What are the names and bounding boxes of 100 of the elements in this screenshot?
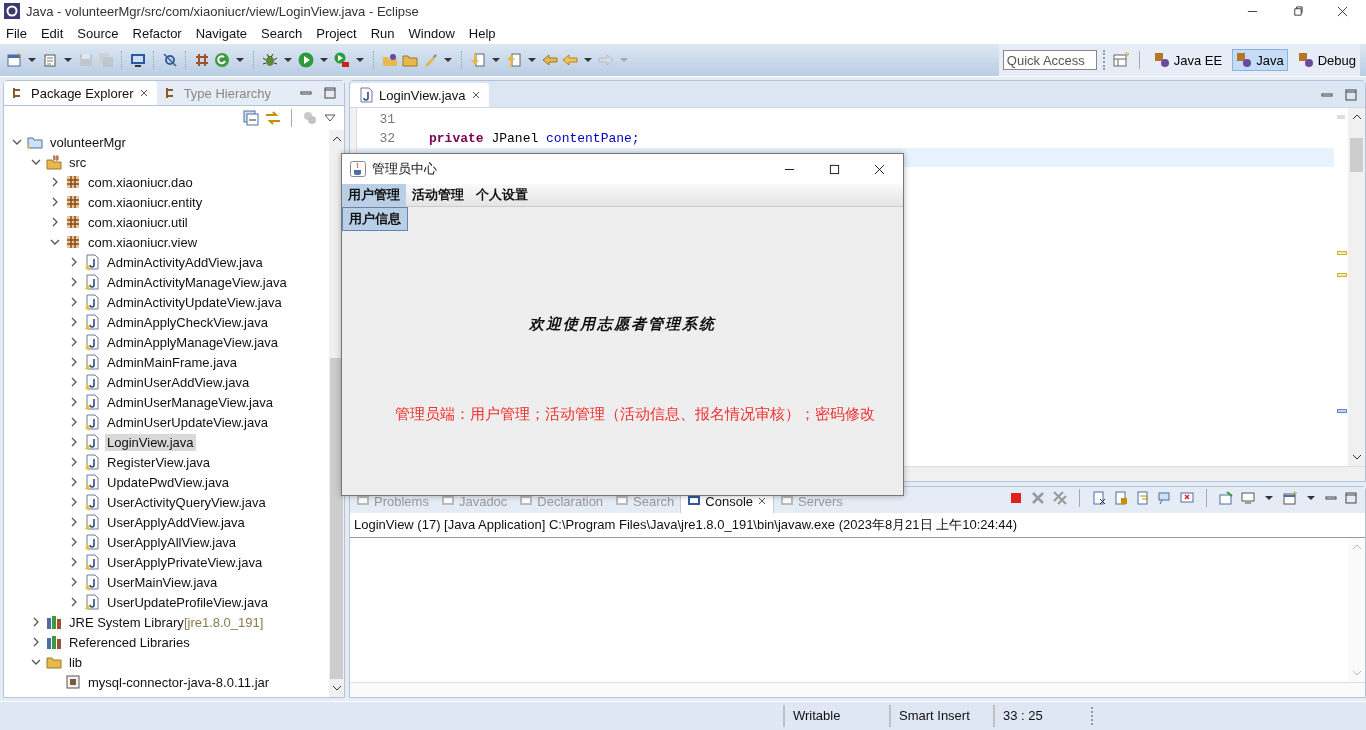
- overview-marker[interactable]: [1337, 408, 1347, 413]
- tree-item[interactable]: com.xiaoniucr.dao: [86, 173, 195, 191]
- dropdown-arrow-icon[interactable]: [28, 56, 36, 64]
- expand-toggle-icon[interactable]: [69, 277, 79, 287]
- expand-toggle-icon[interactable]: [31, 617, 41, 627]
- new-item-icon[interactable]: [42, 52, 58, 68]
- expand-toggle-icon[interactable]: [50, 237, 60, 247]
- scrollbar-thumb[interactable]: [1350, 138, 1363, 172]
- tree-item[interactable]: com.xiaoniucr.util: [86, 213, 190, 231]
- menu-item[interactable]: 用户信息: [343, 208, 407, 230]
- tree-item[interactable]: com.xiaoniucr.view: [86, 233, 200, 251]
- expand-toggle-icon[interactable]: [69, 297, 79, 307]
- expand-toggle-icon[interactable]: [69, 497, 79, 507]
- clear-console-icon[interactable]: [1092, 491, 1106, 505]
- next-annotation-icon[interactable]: [470, 52, 486, 68]
- overview-marker[interactable]: [1337, 115, 1345, 120]
- scrollbar[interactable]: [350, 682, 1365, 697]
- run-toolbox-icon[interactable]: [334, 52, 350, 68]
- tree-item[interactable]: AdminUserAddView.java: [105, 373, 252, 391]
- expand-toggle-icon[interactable]: [69, 537, 79, 547]
- scroll-lock-icon[interactable]: [1114, 491, 1128, 505]
- menu-item[interactable]: Source: [77, 25, 119, 41]
- view-tab[interactable]: Package Explorer: [4, 81, 157, 105]
- new-file-icon[interactable]: [6, 52, 22, 68]
- tree-item[interactable]: LoginView.java: [105, 433, 196, 451]
- tree-item[interactable]: com.xiaoniucr.entity: [86, 193, 205, 211]
- expand-toggle-icon[interactable]: [69, 577, 79, 587]
- scrollbar[interactable]: [1348, 108, 1365, 466]
- refresh-icon[interactable]: [214, 52, 230, 68]
- menu-item[interactable]: Run: [370, 25, 395, 41]
- tree-item[interactable]: UserActivityQueryView.java: [105, 493, 268, 511]
- error-output-icon[interactable]: [1180, 491, 1194, 505]
- bug-icon[interactable]: [262, 52, 278, 68]
- monitor-icon[interactable]: [130, 52, 146, 68]
- collapse-all-icon[interactable]: [243, 110, 259, 126]
- expand-toggle-icon[interactable]: [69, 257, 79, 267]
- view-menu-icon[interactable]: [324, 112, 336, 124]
- tree-item[interactable]: JRE System Library[jre1.8.0_191]: [67, 613, 266, 631]
- dropdown-arrow-icon[interactable]: [444, 56, 452, 64]
- link-arrows-icon[interactable]: [265, 110, 281, 126]
- expand-toggle-icon[interactable]: [69, 477, 79, 487]
- close-icon[interactable]: [1337, 5, 1348, 17]
- menu-item[interactable]: Project: [316, 25, 357, 41]
- close-icon[interactable]: [757, 496, 767, 506]
- expand-toggle-icon[interactable]: [69, 337, 79, 347]
- scrollbar-thumb[interactable]: [330, 358, 343, 679]
- tree-item[interactable]: UserApplyAllView.java: [105, 533, 239, 551]
- menu-item[interactable]: Help: [468, 25, 496, 41]
- tree-item[interactable]: AdminApplyManageView.java: [105, 333, 281, 351]
- dropdown-arrow-icon[interactable]: [236, 56, 244, 64]
- close-icon[interactable]: [470, 90, 481, 100]
- expand-toggle-icon[interactable]: [31, 637, 41, 647]
- expand-toggle-icon[interactable]: [69, 377, 79, 387]
- new-console-icon[interactable]: [1283, 491, 1297, 505]
- maximize-icon[interactable]: [829, 163, 840, 175]
- expand-toggle-icon[interactable]: [69, 417, 79, 427]
- perspective-button[interactable]: Debug: [1293, 49, 1360, 71]
- overview-marker[interactable]: [1337, 272, 1347, 277]
- tree-item[interactable]: Referenced Libraries: [67, 633, 192, 651]
- quick-access-field[interactable]: Quick Access: [1002, 50, 1097, 70]
- tree-item[interactable]: UserApplyAddView.java: [105, 513, 247, 531]
- expand-toggle-icon[interactable]: [31, 657, 41, 667]
- tree-item[interactable]: RegisterView.java: [105, 453, 213, 471]
- dropdown-arrow-icon[interactable]: [1307, 494, 1315, 502]
- dropdown-arrow-icon[interactable]: [356, 56, 364, 64]
- menu-item[interactable]: Search: [261, 25, 303, 41]
- overview-marker[interactable]: [1337, 251, 1347, 256]
- previous-annotation-icon[interactable]: [506, 52, 522, 68]
- dropdown-arrow-icon[interactable]: [284, 56, 292, 64]
- tree-item[interactable]: src: [67, 153, 89, 171]
- display-console-icon[interactable]: [1241, 491, 1255, 505]
- dropdown-arrow-icon[interactable]: [64, 56, 72, 64]
- scroll-up-icon[interactable]: [1351, 113, 1362, 121]
- open-perspective-icon[interactable]: [1112, 52, 1129, 68]
- scroll-up-icon[interactable]: [331, 135, 342, 143]
- package-icon[interactable]: [194, 52, 210, 68]
- tree-item[interactable]: lib: [67, 653, 84, 671]
- expand-toggle-icon[interactable]: [69, 597, 79, 607]
- expand-toggle-icon[interactable]: [69, 557, 79, 567]
- dropdown-arrow-icon[interactable]: [584, 56, 592, 64]
- scroll-down-icon[interactable]: [1351, 453, 1362, 461]
- expand-toggle-icon[interactable]: [69, 317, 79, 327]
- expand-toggle-icon[interactable]: [50, 217, 60, 227]
- expand-toggle-icon[interactable]: [69, 357, 79, 367]
- dropdown-arrow-icon[interactable]: [528, 56, 536, 64]
- expand-toggle-icon[interactable]: [69, 517, 79, 527]
- expand-toggle-icon[interactable]: [50, 177, 60, 187]
- tree-item[interactable]: AdminUserUpdateView.java: [105, 413, 270, 431]
- menu-item[interactable]: Refactor: [132, 25, 182, 41]
- tree-item[interactable]: mysql-connector-java-8.0.11.jar: [86, 673, 272, 691]
- run-icon[interactable]: [298, 52, 314, 68]
- tree-item[interactable]: UserMainView.java: [105, 573, 220, 591]
- dropdown-arrow-icon[interactable]: [1265, 494, 1273, 502]
- tree-item[interactable]: AdminActivityManageView.java: [105, 273, 289, 291]
- expand-toggle-icon[interactable]: [69, 397, 79, 407]
- editor-tab[interactable]: LoginView.java: [350, 83, 489, 107]
- tree-item[interactable]: UserUpdateProfileView.java: [105, 593, 270, 611]
- tree-item[interactable]: UpdatePwdView.java: [105, 473, 231, 491]
- dropdown-arrow-icon[interactable]: [320, 56, 328, 64]
- expand-toggle-icon[interactable]: [69, 437, 79, 447]
